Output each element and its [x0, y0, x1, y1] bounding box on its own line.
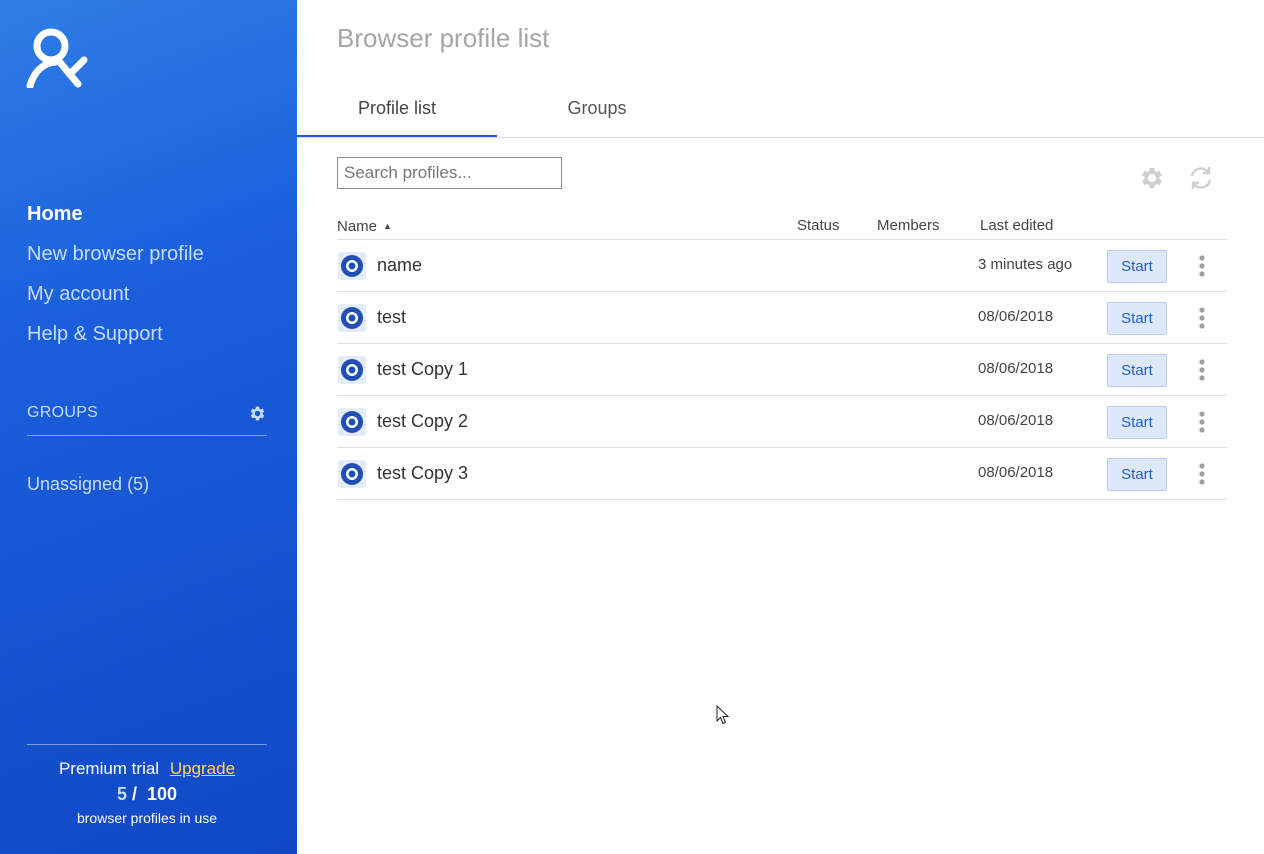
sidebar-item-help-support[interactable]: Help & Support: [27, 314, 204, 354]
refresh-icon[interactable]: [1187, 164, 1215, 192]
profile-table: Name ▲ Status Members Last edited name 3 …: [337, 212, 1227, 500]
start-button[interactable]: Start: [1107, 302, 1167, 335]
profiles-total-count: 100: [147, 784, 178, 804]
tab-bar: Profile list Groups: [297, 82, 1264, 138]
column-header-members[interactable]: Members: [877, 217, 940, 235]
start-button[interactable]: Start: [1107, 250, 1167, 283]
table-row[interactable]: test Copy 2 08/06/2018 Start: [337, 396, 1227, 448]
browser-profile-icon: [337, 303, 367, 333]
more-vertical-icon[interactable]: [1190, 460, 1214, 488]
sidebar-item-home[interactable]: Home: [27, 194, 204, 234]
table-row[interactable]: test 08/06/2018 Start: [337, 292, 1227, 344]
groups-title: GROUPS: [27, 404, 99, 421]
browser-profile-icon: [337, 459, 367, 489]
profile-name[interactable]: test Copy 1: [377, 357, 468, 381]
profile-name[interactable]: test Copy 2: [377, 409, 468, 433]
column-header-last-edited[interactable]: Last edited: [980, 217, 1053, 235]
start-button[interactable]: Start: [1107, 354, 1167, 387]
sidebar-item-my-account[interactable]: My account: [27, 274, 204, 314]
profile-name[interactable]: name: [377, 253, 422, 277]
tab-groups[interactable]: Groups: [497, 82, 697, 135]
mouse-pointer-icon: [716, 704, 730, 725]
gear-icon[interactable]: [248, 404, 267, 423]
multilogin-logo-icon[interactable]: [26, 26, 88, 90]
gear-icon[interactable]: [1138, 164, 1166, 192]
column-header-name[interactable]: Name ▲: [337, 217, 392, 236]
start-button[interactable]: Start: [1107, 406, 1167, 439]
profile-last-edited: 3 minutes ago: [978, 256, 1073, 273]
browser-profile-icon: [337, 355, 367, 385]
table-row[interactable]: test Copy 1 08/06/2018 Start: [337, 344, 1227, 396]
sidebar-item-new-browser-profile[interactable]: New browser profile: [27, 234, 204, 274]
profile-name[interactable]: test: [377, 305, 406, 329]
sort-ascending-icon: ▲: [383, 221, 392, 231]
column-header-status[interactable]: Status: [797, 217, 840, 235]
sidebar: Home New browser profile My account Help…: [0, 0, 297, 854]
profiles-usage-caption: browser profiles in use: [76, 810, 218, 826]
profile-last-edited: 08/06/2018: [978, 464, 1054, 481]
plan-summary: Premium trial Upgrade 5 / 100 browser pr…: [27, 744, 267, 845]
table-header: Name ▲ Status Members Last edited: [337, 212, 1227, 240]
search-input[interactable]: [337, 157, 562, 189]
profile-last-edited: 08/06/2018: [978, 308, 1054, 325]
table-row[interactable]: name 3 minutes ago Start: [337, 240, 1227, 292]
profiles-count-separator: /: [131, 784, 137, 804]
column-header-name-label: Name: [337, 218, 378, 235]
main-content: Browser profile list Profile list Groups…: [297, 0, 1264, 854]
sidebar-group-unassigned[interactable]: Unassigned (5): [27, 472, 149, 496]
start-button[interactable]: Start: [1107, 458, 1167, 491]
more-vertical-icon[interactable]: [1190, 304, 1214, 332]
sidebar-nav: Home New browser profile My account Help…: [27, 194, 204, 354]
profile-last-edited: 08/06/2018: [978, 360, 1054, 377]
profiles-used-count: 5: [116, 784, 127, 804]
browser-profile-icon: [337, 251, 367, 281]
more-vertical-icon[interactable]: [1190, 252, 1214, 280]
tab-profile-list[interactable]: Profile list: [297, 82, 497, 137]
page-title: Browser profile list: [337, 23, 550, 53]
groups-header: GROUPS: [27, 400, 267, 436]
browser-profile-icon: [337, 407, 367, 437]
more-vertical-icon[interactable]: [1190, 356, 1214, 384]
plan-name: Premium trial: [58, 759, 160, 778]
profile-last-edited: 08/06/2018: [978, 412, 1054, 429]
upgrade-link[interactable]: Upgrade: [170, 759, 235, 778]
more-vertical-icon[interactable]: [1190, 408, 1214, 436]
table-row[interactable]: test Copy 3 08/06/2018 Start: [337, 448, 1227, 500]
profile-name[interactable]: test Copy 3: [377, 461, 468, 485]
